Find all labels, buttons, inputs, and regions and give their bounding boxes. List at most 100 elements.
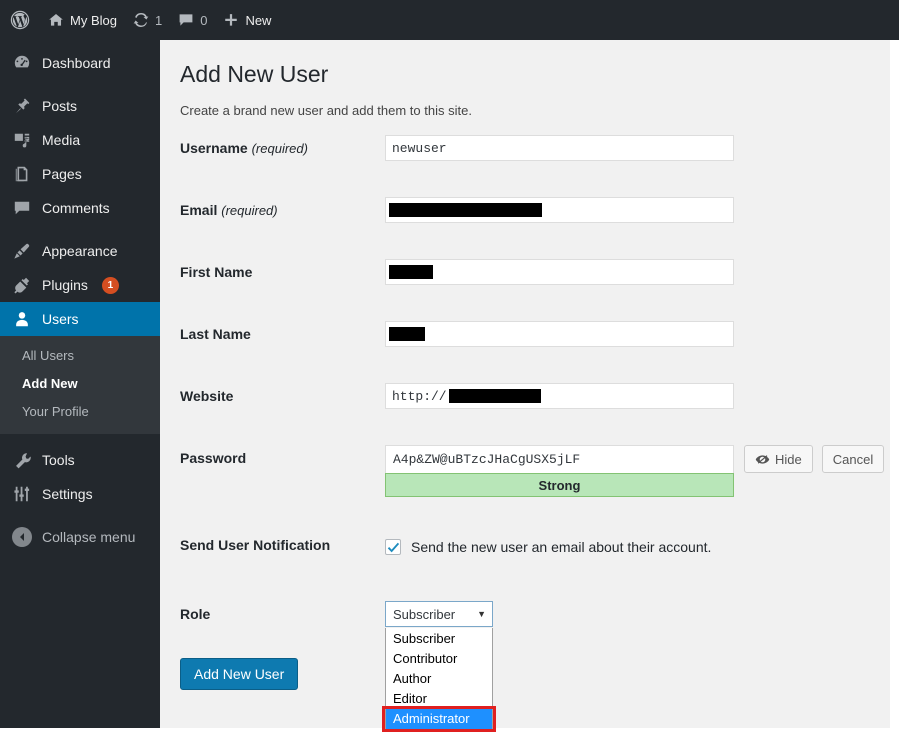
first-name-input[interactable] [385, 259, 734, 285]
form-row-password: Password Strong Hide [160, 442, 890, 497]
sidebar-separator [0, 80, 160, 89]
sidebar-item-label: Users [42, 311, 79, 327]
role-option-subscriber[interactable]: Subscriber [386, 629, 492, 649]
sidebar-item-media[interactable]: Media [0, 123, 160, 157]
updates-icon [133, 12, 149, 28]
email-label: Email (required) [180, 202, 278, 218]
website-label: Website [180, 388, 234, 404]
last-name-label: Last Name [180, 326, 251, 342]
new-content-button[interactable]: New [215, 0, 279, 40]
plus-icon [223, 12, 239, 28]
last-name-input[interactable] [385, 321, 734, 347]
admin-sidebar: Dashboard Posts Media Pages Comments App… [0, 40, 168, 728]
sidebar-item-label: Appearance [42, 243, 118, 259]
role-option-author[interactable]: Author [386, 669, 492, 689]
sidebar-item-label: Posts [42, 98, 78, 114]
sidebar-item-settings[interactable]: Settings [0, 477, 160, 511]
role-option-editor[interactable]: Editor [386, 689, 492, 709]
password-strength-indicator: Strong [385, 473, 734, 497]
first-name-label: First Name [180, 264, 253, 280]
send-notification-label: Send User Notification [180, 537, 331, 553]
new-content-label: New [245, 12, 272, 28]
cancel-password-button[interactable]: Cancel [821, 445, 885, 473]
comments-count: 0 [200, 12, 208, 28]
sidebar-item-collapse-menu[interactable]: Collapse menu [0, 520, 160, 554]
hide-password-button[interactable]: Hide [744, 445, 813, 473]
wordpress-logo-button[interactable] [0, 0, 40, 40]
form-row-first-name: First Name [160, 256, 890, 294]
comment-bubble-icon [12, 198, 32, 218]
password-input[interactable] [385, 445, 734, 473]
eye-slash-icon [755, 452, 770, 467]
collapse-arrow-icon [12, 527, 32, 547]
sidebar-item-dashboard[interactable]: Dashboard [0, 46, 160, 80]
username-label: Username (required) [180, 140, 308, 156]
role-options-list: Subscriber Contributor Author Editor Adm… [382, 628, 496, 732]
site-name-button[interactable]: My Blog [40, 0, 125, 40]
required-note: (required) [221, 203, 278, 218]
username-input[interactable] [385, 135, 734, 161]
settings-sliders-icon [12, 484, 32, 504]
form-row-username: Username (required) [160, 132, 890, 170]
website-redaction-bar [449, 389, 541, 403]
updates-button[interactable]: 1 [125, 0, 170, 40]
role-label: Role [180, 606, 211, 622]
cancel-password-label: Cancel [832, 451, 874, 467]
sidebar-separator [0, 434, 160, 443]
sidebar-item-label: Media [42, 132, 81, 148]
sidebar-item-label: Plugins [42, 277, 88, 293]
sidebar-item-users[interactable]: Users [0, 302, 168, 336]
plugins-update-badge: 1 [101, 276, 119, 294]
plug-icon [12, 275, 32, 295]
submit-row: Add New User [160, 636, 890, 690]
sidebar-item-pages[interactable]: Pages [0, 157, 160, 191]
hide-password-label: Hide [775, 451, 802, 467]
sidebar-item-label: Collapse menu [42, 529, 136, 545]
sidebar-item-label: Pages [42, 166, 82, 182]
sidebar-item-comments[interactable]: Comments [0, 191, 160, 225]
sidebar-item-posts[interactable]: Posts [0, 89, 160, 123]
updates-count: 1 [154, 12, 163, 28]
sidebar-item-label: Dashboard [42, 55, 111, 71]
sidebar-item-tools[interactable]: Tools [0, 443, 160, 477]
form-row-last-name: Last Name [160, 318, 890, 356]
email-redaction-bar [389, 203, 542, 217]
users-submenu: All Users Add New Your Profile [0, 336, 160, 434]
role-select[interactable]: Subscriber ▼ [385, 601, 493, 627]
form-row-email: Email (required) [160, 194, 890, 232]
submenu-item-your-profile[interactable]: Your Profile [0, 398, 160, 426]
pin-icon [12, 96, 32, 116]
comment-bubble-icon [178, 12, 194, 28]
role-option-contributor[interactable]: Contributor [386, 649, 492, 669]
sidebar-item-appearance[interactable]: Appearance [0, 234, 160, 268]
sidebar-item-plugins[interactable]: Plugins 1 [0, 268, 160, 302]
admin-bar: My Blog 1 0 New [0, 0, 899, 40]
site-name-label: My Blog [70, 12, 117, 28]
comments-button[interactable]: 0 [170, 0, 215, 40]
sidebar-item-label: Comments [42, 200, 110, 216]
page-subtitle: Create a brand new user and add them to … [180, 103, 472, 118]
website-input[interactable] [385, 383, 734, 409]
user-icon [12, 309, 32, 329]
pages-icon [12, 164, 32, 184]
wrench-icon [12, 450, 32, 470]
dashboard-icon [12, 53, 32, 73]
first-name-redaction-bar [389, 265, 433, 279]
wordpress-logo-icon [10, 10, 30, 30]
role-select-value: Subscriber [393, 606, 456, 622]
chevron-down-icon: ▼ [477, 608, 486, 619]
media-icon [12, 130, 32, 150]
add-new-user-button[interactable]: Add New User [180, 658, 299, 690]
role-select-container: Subscriber ▼ Subscriber Contributor Auth… [382, 601, 496, 732]
submenu-item-all-users[interactable]: All Users [0, 342, 160, 370]
send-notification-checkbox[interactable] [385, 539, 401, 555]
form-row-website: Website [160, 380, 890, 418]
home-icon [48, 12, 64, 28]
submenu-item-add-new[interactable]: Add New [0, 370, 160, 398]
role-option-administrator[interactable]: Administrator [386, 709, 492, 729]
password-label: Password [180, 450, 247, 466]
sidebar-item-label: Tools [42, 452, 75, 468]
main-content: Add New User Create a brand new user and… [160, 40, 890, 732]
checkmark-icon [387, 542, 399, 552]
form-row-send-notification: Send User Notification Send the new user… [160, 529, 890, 567]
